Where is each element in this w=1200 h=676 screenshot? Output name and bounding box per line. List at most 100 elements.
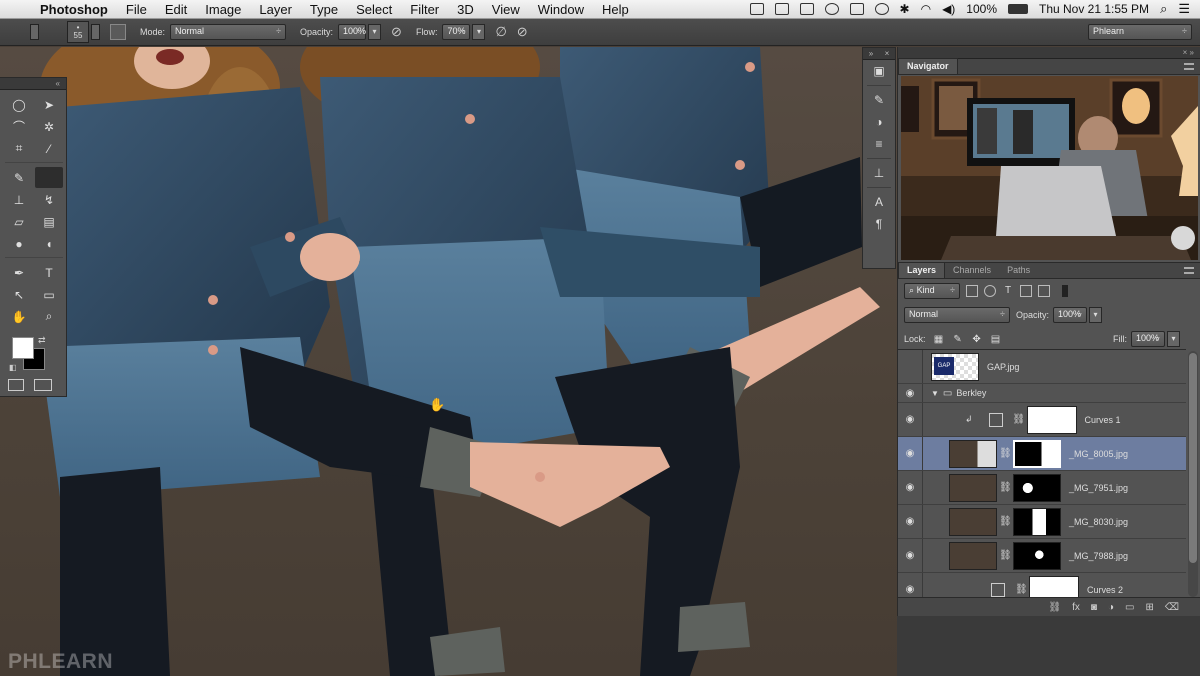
layer-row[interactable]: ◉ ⛓ _MG_7951.jpg xyxy=(898,471,1186,505)
window-icon[interactable] xyxy=(799,3,814,15)
blend-mode-select[interactable]: Normal xyxy=(904,307,1010,323)
collapse-icon[interactable]: » xyxy=(869,49,873,58)
app-menu[interactable]: Photoshop xyxy=(36,2,117,17)
dock-header[interactable]: » × xyxy=(863,48,895,60)
visibility-eye-icon[interactable]: ◉ xyxy=(898,448,922,459)
link-layers-icon[interactable]: ⛓ xyxy=(1048,602,1061,613)
magic-wand-tool-icon[interactable]: ✲ xyxy=(35,116,63,137)
lasso-tool-icon[interactable]: ⌒ xyxy=(5,116,33,137)
new-adjustment-layer-icon[interactable]: ◑ xyxy=(1108,602,1114,613)
menu-file[interactable]: File xyxy=(117,2,156,17)
menu-filter[interactable]: Filter xyxy=(401,2,448,17)
visibility-eye-icon[interactable]: ◉ xyxy=(898,482,922,493)
menu-3d[interactable]: 3D xyxy=(448,2,483,17)
wifi-icon[interactable]: ◠ xyxy=(921,2,931,16)
brush-picker-dropdown[interactable] xyxy=(91,24,100,40)
marquee-tool-icon[interactable]: ◯ xyxy=(5,94,33,115)
tab-layers[interactable]: Layers xyxy=(898,262,946,278)
visibility-off-icon[interactable]: ● xyxy=(898,361,922,372)
screen-mode-icon[interactable] xyxy=(34,379,52,391)
visibility-eye-icon[interactable]: ◉ xyxy=(898,414,922,425)
visibility-eye-icon[interactable]: ◉ xyxy=(898,550,922,561)
layer-row[interactable]: ● GAP GAP.jpg xyxy=(898,350,1186,384)
type-tool-icon[interactable]: T xyxy=(35,262,63,283)
tab-channels[interactable]: Channels xyxy=(945,263,999,278)
layer-opacity-field[interactable]: 100% xyxy=(1053,307,1088,323)
gradient-tool-icon[interactable]: ▤ xyxy=(35,211,63,232)
lock-all-icon[interactable]: ▤ xyxy=(990,333,1002,345)
layer-mask-thumbnail[interactable] xyxy=(1013,473,1061,502)
tab-navigator[interactable]: Navigator xyxy=(898,58,958,74)
move-tool-icon[interactable]: ➤ xyxy=(35,94,63,115)
tools-panel-header[interactable]: « xyxy=(0,78,66,90)
pressure-opacity-icon[interactable]: ⊘ xyxy=(391,24,402,40)
airplay-icon[interactable] xyxy=(849,3,864,15)
lock-image-pixels-icon[interactable]: ✎ xyxy=(952,333,964,345)
bluetooth-icon[interactable]: ✱ xyxy=(900,2,910,16)
smart-object-filter-icon[interactable] xyxy=(1038,285,1050,297)
opacity-field[interactable]: 100% xyxy=(338,24,366,40)
layer-mask-thumbnail[interactable] xyxy=(1029,575,1079,597)
dodge-tool-icon[interactable]: ◖ xyxy=(35,233,63,254)
drive-icon[interactable] xyxy=(749,3,764,15)
brush-panel-toggle-icon[interactable] xyxy=(110,24,126,40)
scrollbar-thumb[interactable] xyxy=(1189,353,1197,563)
battery-percent[interactable]: 100% xyxy=(966,2,997,16)
volume-icon[interactable]: ◀) xyxy=(942,2,955,16)
crop-tool-icon[interactable]: ⌗ xyxy=(5,138,33,159)
layer-style-icon[interactable]: fx xyxy=(1072,602,1080,613)
rectangle-tool-icon[interactable]: ▭ xyxy=(35,284,63,305)
navigator-panel-icon[interactable]: ▣ xyxy=(863,60,895,82)
layer-mask-thumbnail[interactable] xyxy=(1026,405,1077,434)
shape-filter-icon[interactable] xyxy=(1020,285,1032,297)
character-panel-icon[interactable]: A xyxy=(863,191,895,213)
tool-preset-dropdown[interactable] xyxy=(30,24,39,40)
adjustments-panel-icon[interactable]: ◑ xyxy=(863,111,895,133)
mask-link-icon[interactable]: ⛓ xyxy=(999,550,1012,561)
layer-mask-thumbnail[interactable] xyxy=(1013,439,1061,468)
pressure-size-icon[interactable]: ⊘ xyxy=(517,24,528,40)
time-machine-icon[interactable] xyxy=(874,3,889,15)
menu-type[interactable]: Type xyxy=(301,2,347,17)
menu-select[interactable]: Select xyxy=(347,2,401,17)
new-group-icon[interactable]: ▭ xyxy=(1125,602,1134,613)
group-expand-chevron-icon[interactable]: ▼ xyxy=(931,389,939,398)
menu-help[interactable]: Help xyxy=(593,2,638,17)
document-canvas[interactable] xyxy=(0,47,897,676)
delete-layer-icon[interactable]: ⌫ xyxy=(1165,602,1179,613)
eraser-tool-icon[interactable]: ▱ xyxy=(5,211,33,232)
pixel-filter-icon[interactable] xyxy=(966,285,978,297)
lock-transparency-icon[interactable]: ▦ xyxy=(933,333,945,345)
path-selection-tool-icon[interactable]: ↖ xyxy=(5,284,33,305)
panel-menu-icon[interactable] xyxy=(1184,63,1194,70)
flow-stepper[interactable]: ▾ xyxy=(472,24,486,40)
airbrush-icon[interactable]: ∅ xyxy=(495,24,506,40)
fill-field[interactable]: 100% xyxy=(1131,331,1165,347)
notification-center-icon[interactable]: ☰ xyxy=(1178,1,1190,17)
mask-link-icon[interactable]: ⛓ xyxy=(999,516,1012,527)
new-layer-icon[interactable]: ⊞ xyxy=(1145,602,1153,613)
layer-row[interactable]: ◉ ⛓ Curves 2 xyxy=(898,573,1186,597)
blur-tool-icon[interactable]: ● xyxy=(5,233,33,254)
healing-brush-tool-icon[interactable]: ✎ xyxy=(5,167,33,188)
hand-tool-icon[interactable]: ✋ xyxy=(5,306,33,327)
spotlight-search-icon[interactable]: ⌕ xyxy=(1160,1,1167,17)
adjustment-filter-icon[interactable] xyxy=(984,285,996,297)
clone-stamp-tool-icon[interactable]: ⊥ xyxy=(5,189,33,210)
visibility-eye-icon[interactable]: ◉ xyxy=(898,516,922,527)
tool-presets-panel-icon[interactable]: ✎ xyxy=(863,89,895,111)
layers-scrollbar[interactable] xyxy=(1188,351,1198,597)
default-colors-icon[interactable]: ◧ xyxy=(9,363,17,372)
evernote-icon[interactable] xyxy=(774,3,789,15)
menu-view[interactable]: View xyxy=(483,2,529,17)
quick-mask-icon[interactable] xyxy=(8,379,24,391)
history-brush-tool-icon[interactable]: ↯ xyxy=(35,189,63,210)
align-panel-icon[interactable]: ⊥ xyxy=(863,162,895,184)
layer-group-row[interactable]: ◉ ▼ ▭ Berkley xyxy=(898,384,1186,403)
flow-field[interactable]: 70% xyxy=(442,24,471,40)
menu-edit[interactable]: Edit xyxy=(156,2,196,17)
creative-cloud-icon[interactable] xyxy=(824,3,839,15)
lock-position-icon[interactable]: ✥ xyxy=(971,333,983,345)
tab-paths[interactable]: Paths xyxy=(999,263,1038,278)
visibility-eye-icon[interactable]: ◉ xyxy=(898,388,922,399)
